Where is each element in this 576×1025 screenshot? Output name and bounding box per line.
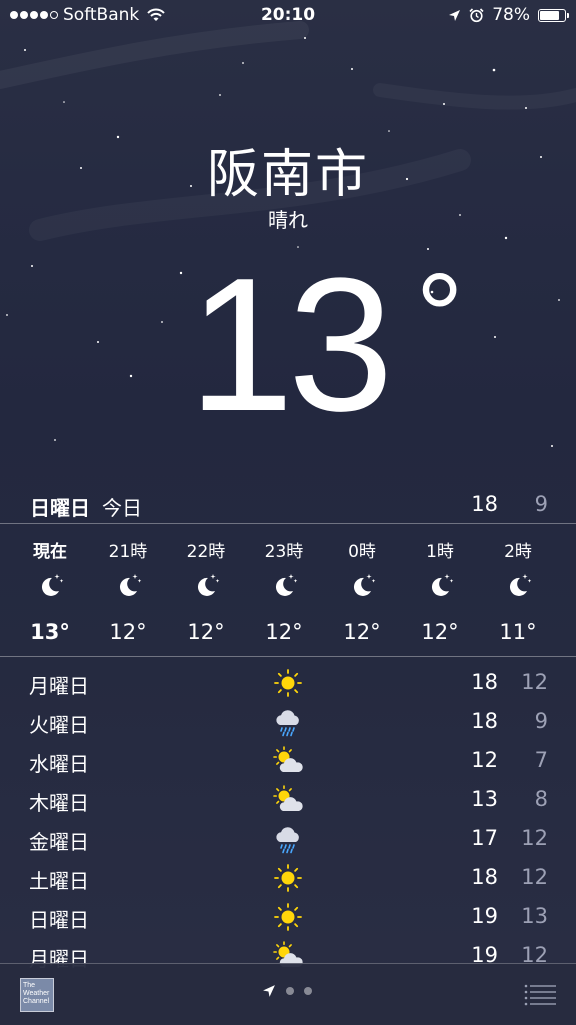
daily-day-name: 金曜日 [29, 830, 89, 854]
today-label: 今日 [102, 496, 142, 520]
hourly-item: 0時 12° [323, 524, 401, 656]
weather-channel-logo-icon[interactable]: The Weather Channel [20, 978, 54, 1012]
city-name: 阪南市 [206, 145, 369, 205]
hourly-item: 2時 11° [479, 524, 557, 656]
moon-stars-icon [503, 570, 533, 600]
hourly-temperature: 12° [421, 620, 459, 644]
daily-high: 12 [471, 748, 498, 772]
today-summary-row: 日曜日 今日 18 9 [0, 488, 576, 522]
hourly-time: 現在 [33, 542, 67, 562]
hourly-time: 0時 [348, 542, 376, 562]
daily-low: 12 [521, 826, 548, 850]
daily-day-name: 水曜日 [29, 752, 89, 776]
hourly-item-now: 現在 13° [11, 524, 89, 656]
moon-stars-icon [425, 570, 455, 600]
sun-icon [272, 863, 304, 893]
hourly-time: 21時 [108, 542, 148, 562]
page-dot-icon [304, 987, 312, 995]
daily-day-name: 火曜日 [29, 713, 89, 737]
daily-day-name: 日曜日 [29, 908, 89, 932]
daily-day-name: 月曜日 [29, 674, 89, 698]
hourly-forecast[interactable]: 現在 13° 21時 12° 22時 12° 23時 12° 0時 12° 1時 12° 2時 11° [0, 524, 576, 656]
hourly-time: 22時 [186, 542, 226, 562]
daily-low: 7 [534, 748, 548, 772]
hourly-item: 21時 12° [89, 524, 167, 656]
page-indicator[interactable] [262, 984, 312, 998]
divider [0, 656, 576, 657]
hourly-time: 1時 [426, 542, 454, 562]
battery-cap [567, 12, 569, 18]
daily-row: 火曜日 18 9 [0, 701, 576, 740]
hourly-item: 1時 12° [401, 524, 479, 656]
moon-stars-icon [269, 570, 299, 600]
moon-stars-icon [35, 570, 65, 600]
hourly-temperature: 12° [109, 620, 147, 644]
sun-icon [272, 668, 304, 698]
daily-row: 木曜日 13 8 [0, 779, 576, 818]
daily-row: 土曜日 18 12 [0, 857, 576, 896]
location-arrow-icon [449, 9, 461, 21]
logo-line: Channel [23, 998, 50, 1005]
daily-low: 12 [521, 865, 548, 889]
daily-day-name: 木曜日 [29, 791, 89, 815]
daily-row: 水曜日 12 7 [0, 740, 576, 779]
hourly-item: 23時 12° [245, 524, 323, 656]
page-dot-icon [286, 987, 294, 995]
daily-low: 8 [534, 787, 548, 811]
daily-day-name: 土曜日 [29, 869, 89, 893]
rain-cloud-icon [272, 824, 304, 854]
today-day-name: 日曜日 [30, 496, 90, 520]
current-temperature-value: 13 [188, 239, 393, 451]
hourly-temperature: 12° [265, 620, 303, 644]
rain-cloud-icon [272, 707, 304, 737]
hourly-temperature: 12° [187, 620, 225, 644]
current-temperature: 13 ° [0, 250, 576, 440]
daily-high: 13 [471, 787, 498, 811]
status-bar-right: 78% [448, 5, 569, 25]
daily-high: 18 [471, 670, 498, 694]
current-temperature-wrap: 13 ° [188, 250, 463, 440]
battery-icon [538, 8, 569, 22]
list-icon[interactable] [524, 984, 556, 1006]
hourly-item: 22時 12° [167, 524, 245, 656]
moon-stars-icon [347, 570, 377, 600]
location-arrow-icon [263, 985, 275, 997]
daily-row: 日曜日 19 13 [0, 896, 576, 935]
daily-high: 19 [471, 904, 498, 928]
hourly-temperature: 13° [30, 620, 70, 644]
daily-high: 17 [471, 826, 498, 850]
daily-high: 18 [471, 865, 498, 889]
hourly-temperature: 11° [499, 620, 537, 644]
moon-stars-icon [113, 570, 143, 600]
daily-row: 月曜日 18 12 [0, 662, 576, 701]
bottom-toolbar: The Weather Channel [0, 963, 576, 1025]
hourly-time: 23時 [264, 542, 304, 562]
logo-line: The [23, 982, 36, 989]
today-high: 18 [471, 492, 498, 516]
status-bar: SoftBank 20:10 78% [0, 0, 576, 32]
battery-fill [540, 10, 559, 20]
moon-stars-icon [191, 570, 221, 600]
daily-high: 18 [471, 709, 498, 733]
daily-low: 13 [521, 904, 548, 928]
alarm-icon [469, 7, 484, 22]
daily-low: 12 [521, 670, 548, 694]
partly-cloudy-icon [272, 746, 304, 776]
today-low: 9 [534, 492, 548, 516]
daily-row: 金曜日 17 12 [0, 818, 576, 857]
hourly-temperature: 12° [343, 620, 381, 644]
sun-icon [272, 902, 304, 932]
battery-percent: 78% [492, 5, 530, 25]
partly-cloudy-icon [272, 785, 304, 815]
current-condition: 晴れ [268, 208, 308, 232]
daily-low: 9 [534, 709, 548, 733]
degree-symbol: ° [415, 249, 464, 383]
logo-line: Weather [23, 990, 50, 997]
hourly-time: 2時 [504, 542, 532, 562]
